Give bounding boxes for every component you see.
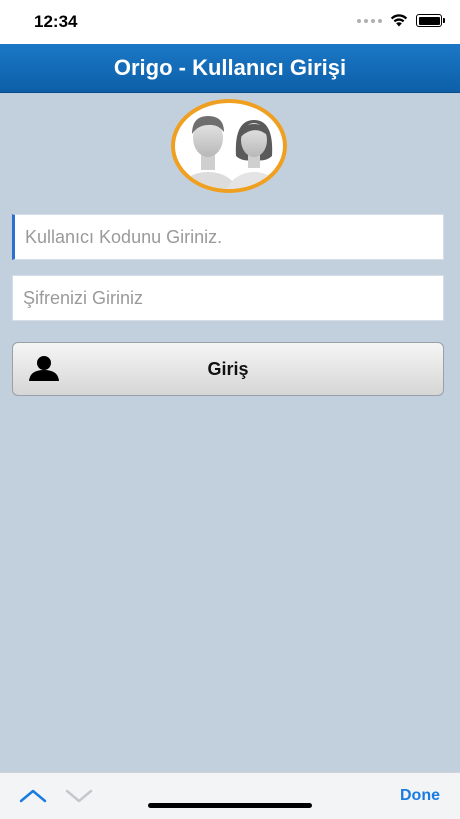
battery-icon — [416, 14, 445, 27]
title-bar: Origo - Kullanıcı Girişi — [0, 44, 460, 93]
user-icon — [29, 356, 59, 381]
login-button[interactable]: Giriş — [12, 342, 444, 396]
users-avatar-icon — [171, 99, 287, 193]
password-input[interactable] — [12, 275, 444, 321]
page-title: Origo - Kullanıcı Girişi — [113, 55, 347, 80]
username-input[interactable] — [12, 214, 444, 260]
status-time: 12:34 — [34, 12, 78, 31]
home-indicator — [148, 803, 312, 808]
chevron-down-icon[interactable] — [64, 785, 94, 805]
status-icons — [357, 14, 445, 27]
keyboard-toolbar: Done — [0, 772, 460, 819]
wifi-icon — [390, 14, 408, 27]
login-label: Giriş — [207, 358, 249, 379]
chevron-up-icon[interactable] — [18, 785, 48, 805]
done-button[interactable]: Done — [400, 787, 440, 805]
status-bar: 12:34 — [0, 0, 460, 44]
signal-dots-icon — [357, 18, 382, 23]
